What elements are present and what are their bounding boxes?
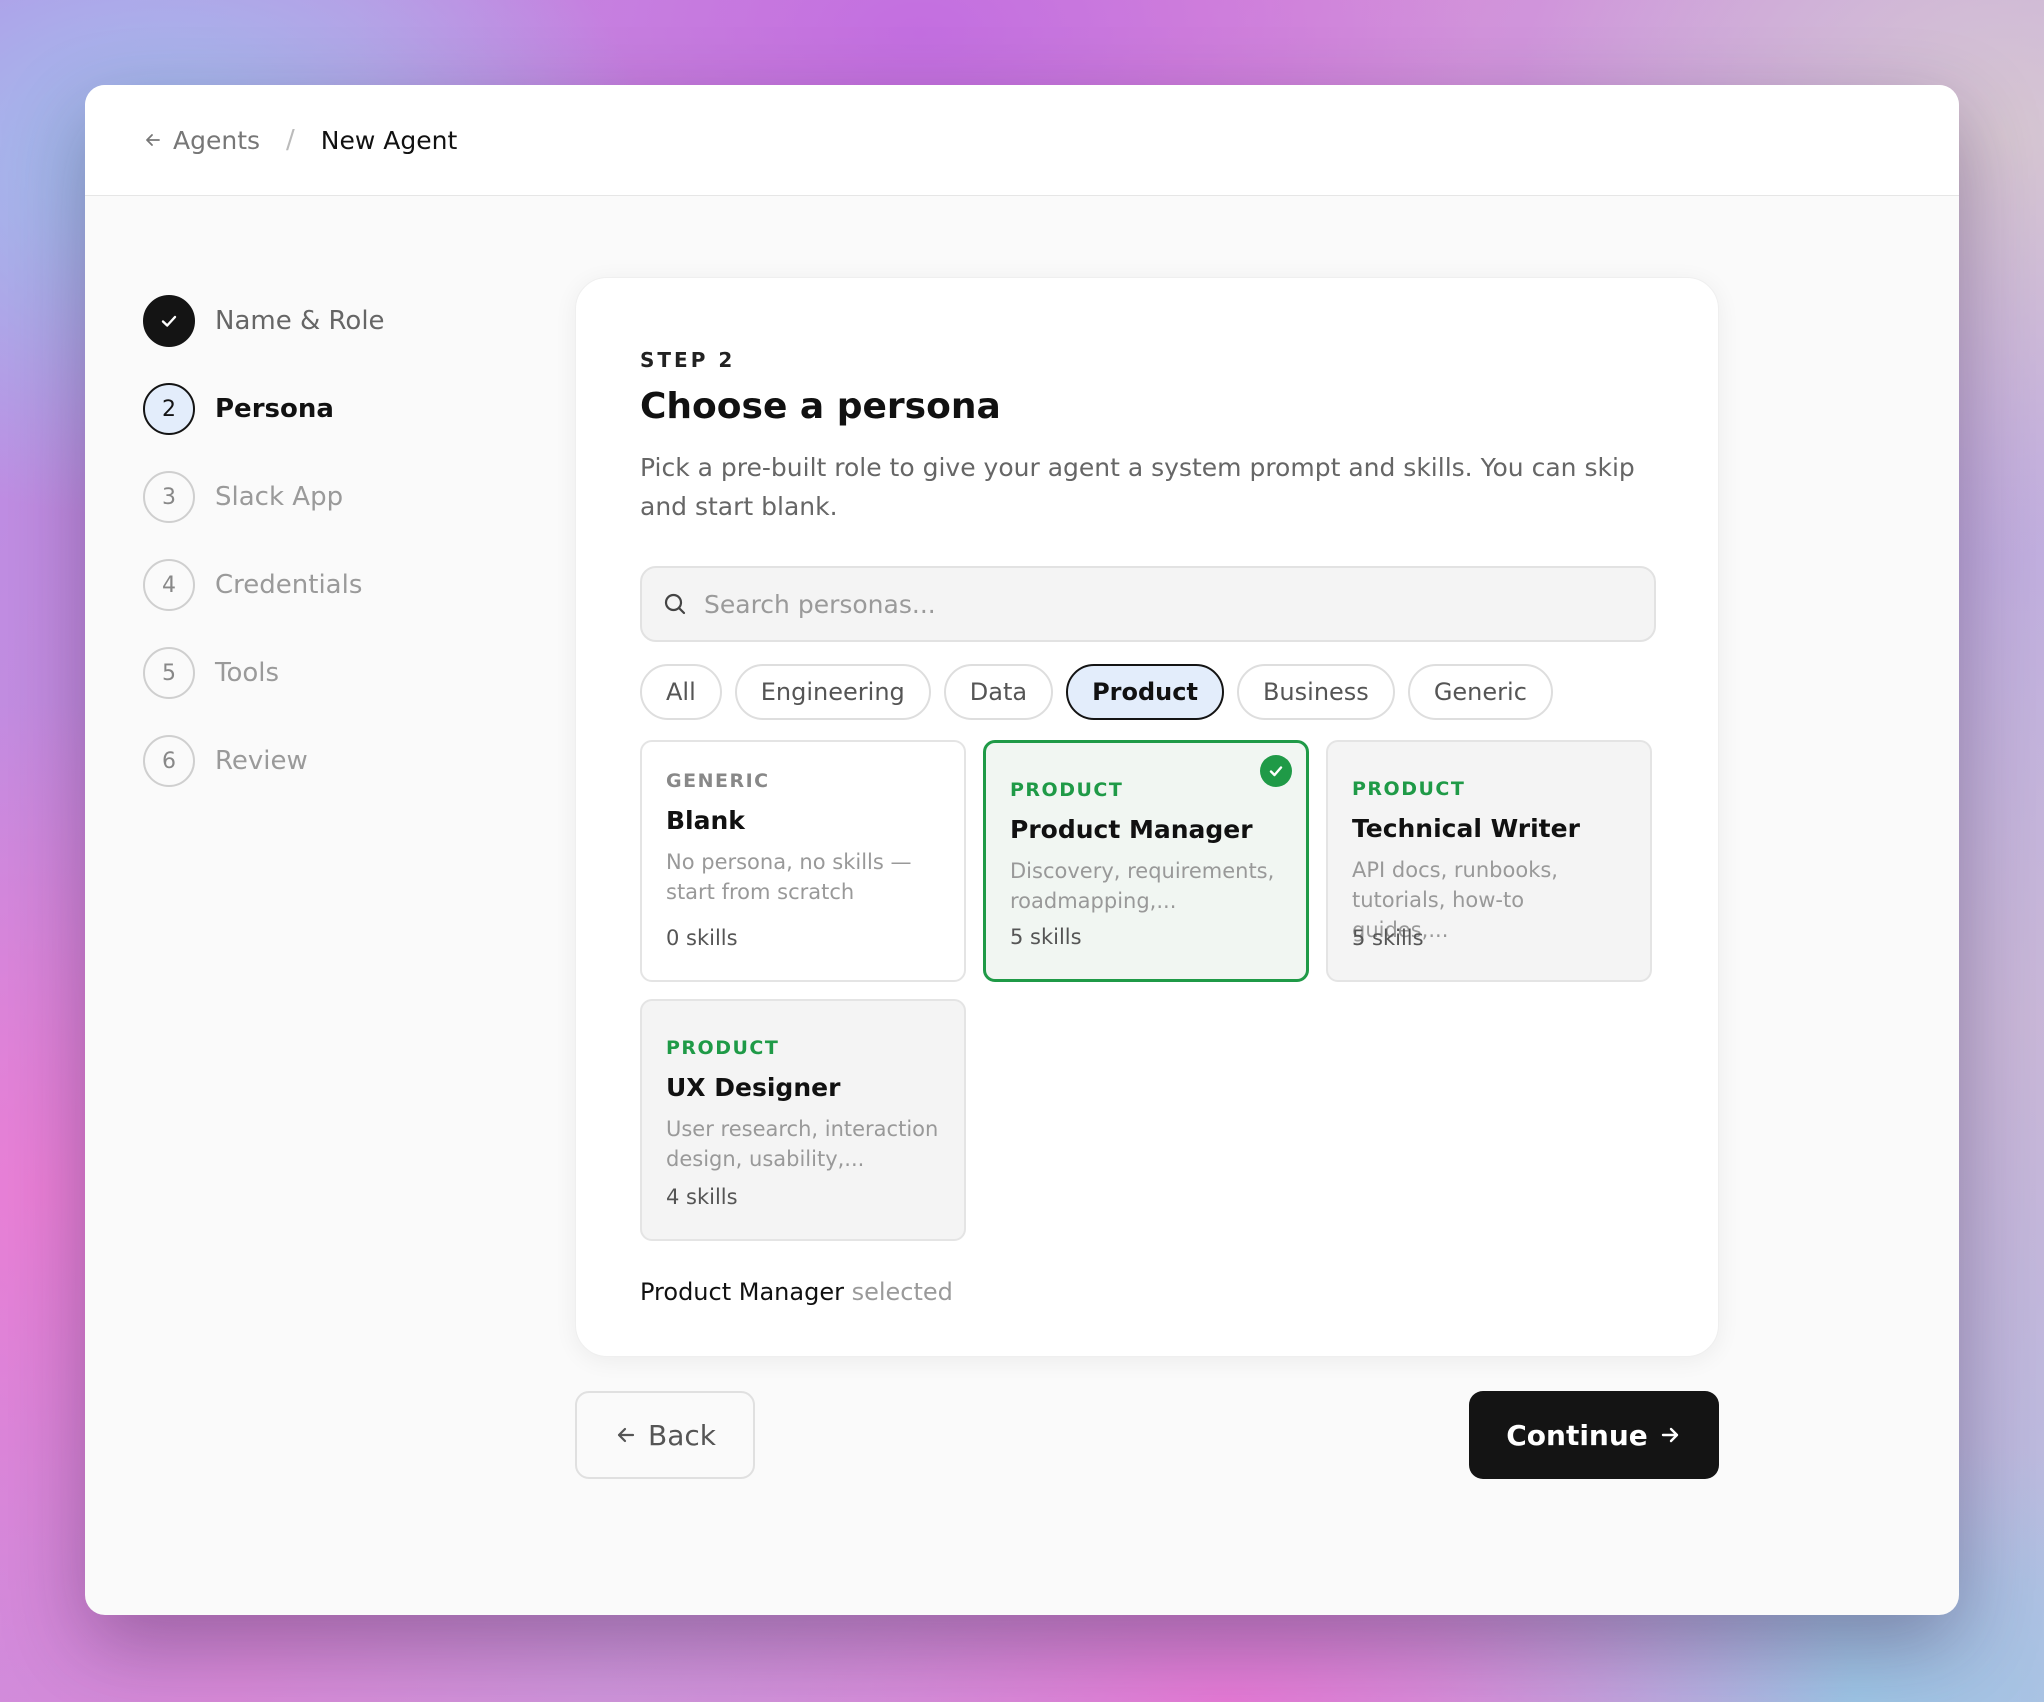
filter-chip-product[interactable]: Product xyxy=(1066,664,1224,720)
step-persona[interactable]: 2 Persona xyxy=(143,383,385,435)
selected-persona-name: Product Manager xyxy=(640,1278,844,1306)
step-label: Persona xyxy=(215,394,334,424)
persona-card: STEP 2 Choose a persona Pick a pre-built… xyxy=(575,277,1719,1357)
step-label: Tools xyxy=(215,658,280,688)
arrow-left-icon xyxy=(617,1427,635,1443)
selection-note: Product Manager selected xyxy=(640,1278,953,1306)
step-number: 3 xyxy=(143,471,195,523)
arrow-left-icon xyxy=(146,134,160,146)
persona-card-ux-designer[interactable]: PRODUCT UX Designer User research, inter… xyxy=(640,999,966,1241)
persona-card-product-manager[interactable]: PRODUCT Product Manager Discovery, requi… xyxy=(983,740,1309,982)
persona-skill-count: 0 skills xyxy=(666,926,738,950)
persona-category: PRODUCT xyxy=(1352,778,1466,800)
step-slack-app[interactable]: 3 Slack App xyxy=(143,471,385,523)
persona-card-blank[interactable]: GENERIC Blank No persona, no skills — st… xyxy=(640,740,966,982)
arrow-right-icon xyxy=(1661,1427,1678,1443)
breadcrumb-back-link[interactable]: Agents xyxy=(143,126,260,155)
page-title: Choose a persona xyxy=(640,386,1001,427)
persona-card-technical-writer[interactable]: PRODUCT Technical Writer API docs, runbo… xyxy=(1326,740,1652,982)
persona-category: GENERIC xyxy=(666,770,770,792)
step-label: Name & Role xyxy=(215,306,385,336)
persona-skill-count: 5 skills xyxy=(1352,926,1424,950)
step-label: Review xyxy=(215,746,308,776)
filter-chip-data[interactable]: Data xyxy=(943,664,1054,720)
filter-chip-generic[interactable]: Generic xyxy=(1407,664,1553,720)
breadcrumb-back-label: Agents xyxy=(173,125,261,155)
breadcrumb-separator: / xyxy=(286,125,295,155)
persona-skill-count: 5 skills xyxy=(1010,925,1082,949)
persona-description: No persona, no skills — start from scrat… xyxy=(666,850,912,904)
back-button-label: Back xyxy=(648,1418,716,1452)
step-check-circle xyxy=(143,295,195,347)
persona-skill-count: 4 skills xyxy=(666,1185,738,1209)
search-icon xyxy=(664,593,686,615)
back-button[interactable]: Back xyxy=(575,1391,755,1479)
app-window: Agents / New Agent Name & Role 2 Persona… xyxy=(85,85,1959,1615)
persona-grid: GENERIC Blank No persona, no skills — st… xyxy=(640,740,1656,1241)
selected-check-icon xyxy=(1260,755,1292,787)
persona-description: Discovery, requirements, roadmapping,... xyxy=(1010,859,1275,913)
persona-name: Blank xyxy=(666,806,745,835)
stepper: Name & Role 2 Persona 3 Slack App 4 Cred… xyxy=(143,295,385,823)
step-number: 6 xyxy=(143,735,195,787)
persona-description: User research, interaction design, usabi… xyxy=(666,1117,939,1171)
breadcrumb-current: New Agent xyxy=(320,125,458,155)
filter-chip-business[interactable]: Business xyxy=(1236,664,1395,720)
step-label: Slack App xyxy=(215,482,344,512)
persona-category: PRODUCT xyxy=(1010,779,1124,801)
step-review[interactable]: 6 Review xyxy=(143,735,385,787)
step-number: 4 xyxy=(143,559,195,611)
step-number: 2 xyxy=(143,383,195,435)
persona-name: Product Manager xyxy=(1010,815,1253,844)
step-eyebrow: STEP 2 xyxy=(640,348,736,372)
step-credentials[interactable]: 4 Credentials xyxy=(143,559,385,611)
selected-suffix: selected xyxy=(851,1278,953,1306)
continue-button-label: Continue xyxy=(1506,1418,1648,1452)
step-tools[interactable]: 5 Tools xyxy=(143,647,385,699)
persona-category: PRODUCT xyxy=(666,1037,780,1059)
filter-chip-all[interactable]: All xyxy=(640,664,722,720)
filter-chip-engineering[interactable]: Engineering xyxy=(734,664,931,720)
step-name-role[interactable]: Name & Role xyxy=(143,295,385,347)
search-input[interactable] xyxy=(704,589,1604,619)
step-number: 5 xyxy=(143,647,195,699)
step-label: Credentials xyxy=(215,570,363,600)
search-box[interactable] xyxy=(640,566,1656,642)
continue-button[interactable]: Continue xyxy=(1469,1391,1719,1479)
top-bar: Agents / New Agent xyxy=(85,85,1959,196)
persona-name: Technical Writer xyxy=(1352,814,1580,843)
category-filters: All Engineering Data Product Business Ge… xyxy=(640,664,1553,720)
check-icon xyxy=(161,315,177,327)
persona-name: UX Designer xyxy=(666,1073,841,1102)
page-description: Pick a pre-built role to give your agent… xyxy=(640,453,1635,521)
